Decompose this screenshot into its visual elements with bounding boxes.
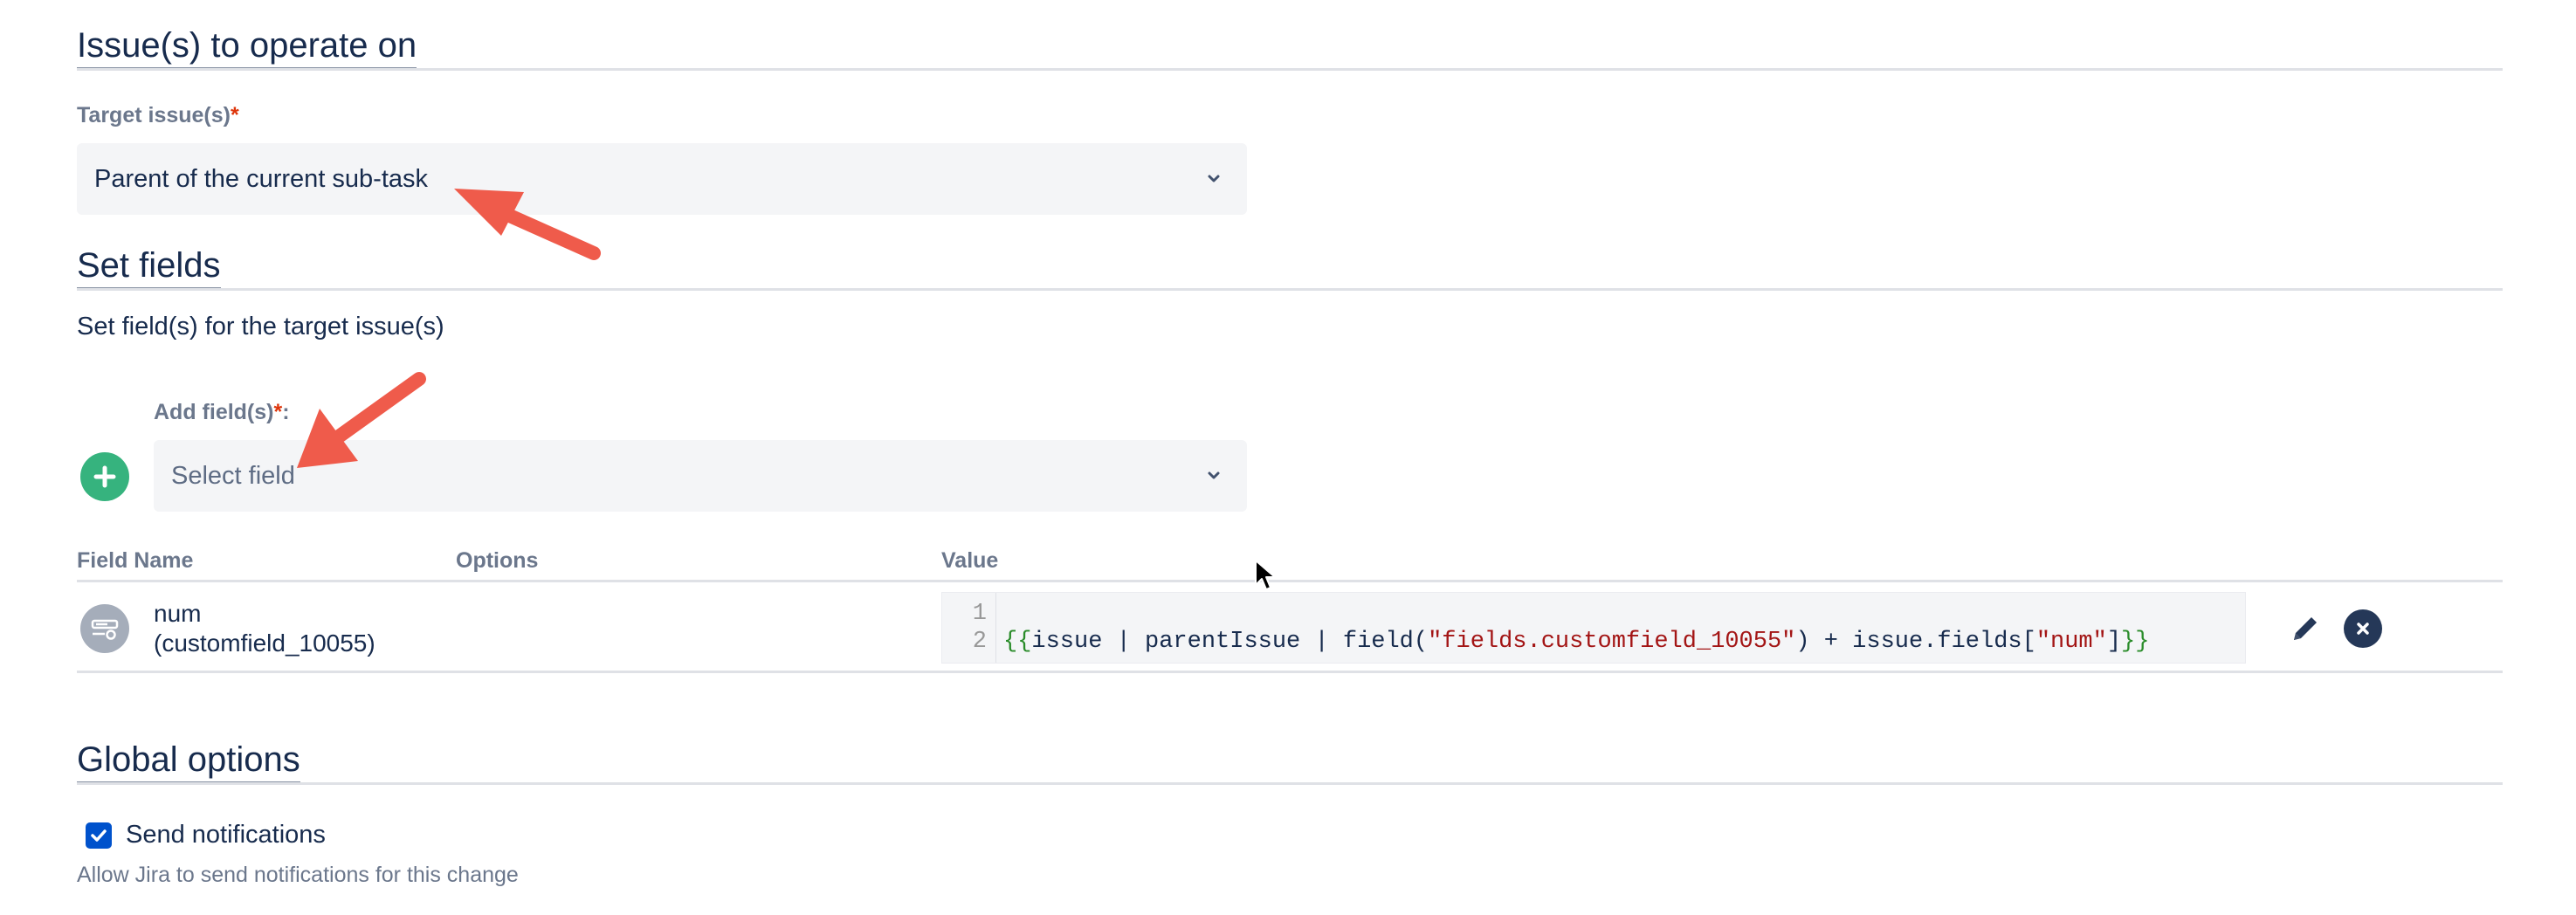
annotation-arrow-target-issue xyxy=(454,189,601,260)
mouse-cursor-icon xyxy=(1255,560,1276,590)
annotation-arrows xyxy=(297,189,601,468)
annotation-arrow-add-field xyxy=(297,372,426,468)
